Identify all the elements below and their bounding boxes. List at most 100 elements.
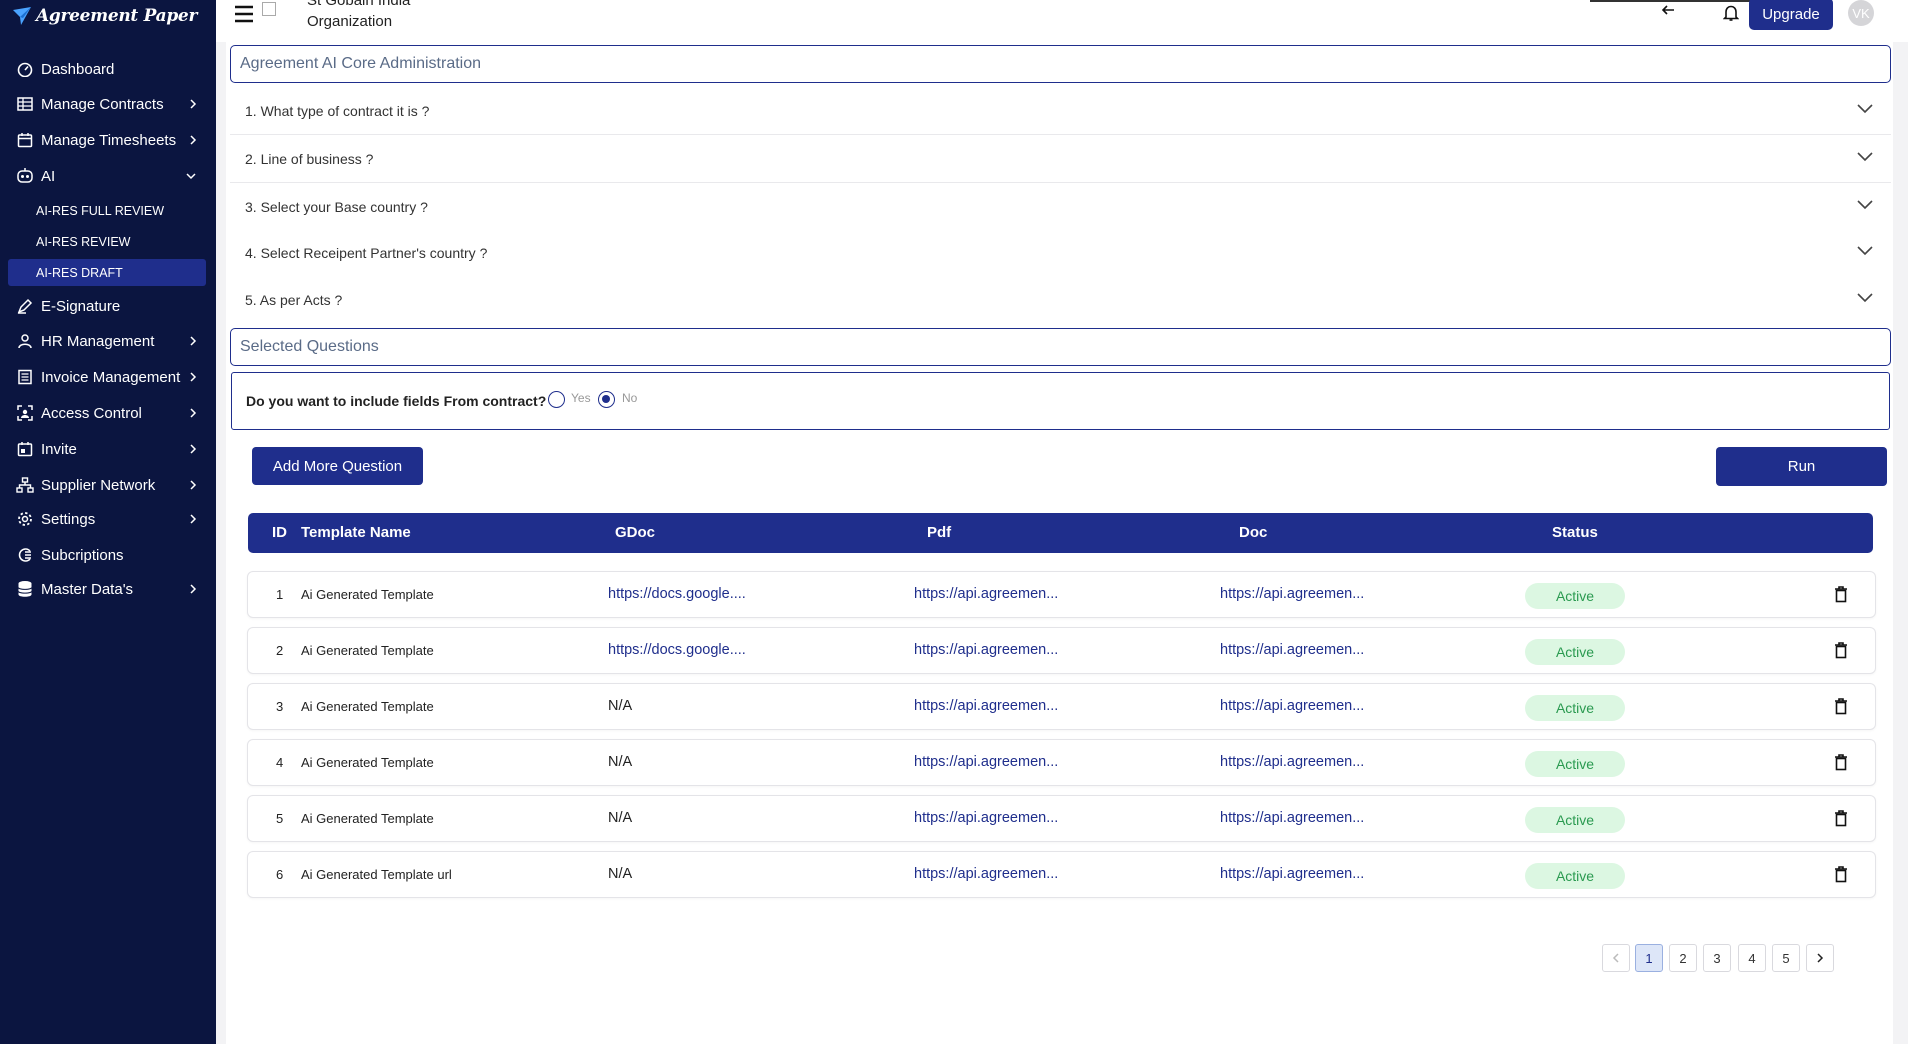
contracts-icon bbox=[16, 95, 34, 113]
sidebar: Agreement Paper Dashboard Manage Contrac… bbox=[0, 0, 216, 1044]
row-id: 6 bbox=[276, 867, 284, 882]
row-doc-link[interactable]: https://api.agreemen... bbox=[1220, 642, 1364, 658]
row-gdoc-link[interactable]: https://docs.google.... bbox=[608, 642, 746, 658]
pagination-prev-button[interactable] bbox=[1602, 944, 1630, 972]
add-more-question-button[interactable]: Add More Question bbox=[252, 447, 423, 485]
access-icon bbox=[16, 404, 34, 422]
sidebar-sub-ai-res-draft[interactable]: AI-RES DRAFT bbox=[8, 259, 206, 286]
sidebar-sub-ai-res-full-review[interactable]: AI-RES FULL REVIEW bbox=[8, 197, 206, 224]
back-arrow-icon[interactable] bbox=[1660, 2, 1676, 18]
sidebar-item-label: HR Management bbox=[41, 332, 155, 350]
upgrade-button[interactable]: Upgrade bbox=[1749, 0, 1833, 30]
table-row: 2 Ai Generated Template https://docs.goo… bbox=[247, 627, 1876, 674]
table-row: 4 Ai Generated Template N/A https://api.… bbox=[247, 739, 1876, 786]
row-doc-link[interactable]: https://api.agreemen... bbox=[1220, 866, 1364, 882]
chevron-right-icon bbox=[190, 135, 197, 145]
organization-label: Organization bbox=[307, 13, 393, 30]
sidebar-item-master-data[interactable]: Master Data's bbox=[0, 574, 216, 604]
pagination-page-3[interactable]: 3 bbox=[1703, 944, 1731, 972]
question-label: 2. Line of business ? bbox=[245, 150, 374, 167]
avatar[interactable]: VK bbox=[1848, 0, 1874, 26]
row-pdf-link[interactable]: https://api.agreemen... bbox=[914, 810, 1058, 826]
include-no-radio[interactable] bbox=[598, 391, 615, 408]
sidebar-item-invoice-management[interactable]: Invoice Management bbox=[0, 362, 216, 392]
sidebar-item-manage-contracts[interactable]: Manage Contracts bbox=[0, 89, 216, 119]
row-pdf-link[interactable]: https://api.agreemen... bbox=[914, 642, 1058, 658]
signature-icon bbox=[16, 297, 34, 315]
sidebar-item-supplier-network[interactable]: Supplier Network bbox=[0, 470, 216, 500]
pagination-next-button[interactable] bbox=[1806, 944, 1834, 972]
hamburger-menu-icon[interactable] bbox=[234, 4, 254, 24]
trash-icon[interactable] bbox=[1834, 641, 1848, 659]
row-doc-link[interactable]: https://api.agreemen... bbox=[1220, 586, 1364, 602]
status-badge: Active bbox=[1525, 863, 1625, 889]
chevron-right-icon bbox=[190, 408, 197, 418]
question-row[interactable]: 1. What type of contract it is ? bbox=[230, 87, 1891, 135]
sidebar-item-dashboard[interactable]: Dashboard bbox=[0, 54, 216, 84]
chevron-right-icon bbox=[190, 372, 197, 382]
pagination-page-5[interactable]: 5 bbox=[1772, 944, 1800, 972]
column-header-pdf: Pdf bbox=[927, 524, 952, 541]
include-fields-question: Do you want to include fields From contr… bbox=[246, 393, 547, 409]
selected-questions-title: Selected Questions bbox=[230, 328, 1891, 366]
row-pdf-link[interactable]: https://api.agreemen... bbox=[914, 698, 1058, 714]
chevron-right-icon bbox=[190, 584, 197, 594]
question-row[interactable]: 5. As per Acts ? bbox=[230, 276, 1891, 324]
sidebar-item-invite[interactable]: Invite bbox=[0, 434, 216, 464]
row-doc-link[interactable]: https://api.agreemen... bbox=[1220, 810, 1364, 826]
sidebar-item-e-signature[interactable]: E-Signature bbox=[0, 291, 216, 321]
row-doc-link[interactable]: https://api.agreemen... bbox=[1220, 698, 1364, 714]
chevron-right-icon bbox=[1817, 953, 1824, 963]
trash-icon[interactable] bbox=[1834, 809, 1848, 827]
trash-icon[interactable] bbox=[1834, 697, 1848, 715]
status-badge: Active bbox=[1525, 695, 1625, 721]
notification-bell-icon[interactable] bbox=[1723, 4, 1739, 22]
sidebar-item-access-control[interactable]: Access Control bbox=[0, 398, 216, 428]
row-gdoc-link[interactable]: https://docs.google.... bbox=[608, 586, 746, 602]
sidebar-item-label: Invoice Management bbox=[41, 368, 181, 386]
trash-icon[interactable] bbox=[1834, 585, 1848, 603]
sidebar-item-manage-timesheets[interactable]: Manage Timesheets bbox=[0, 125, 216, 155]
status-badge: Active bbox=[1525, 751, 1625, 777]
top-divider bbox=[1590, 0, 1770, 2]
brand-logo[interactable]: Agreement Paper bbox=[12, 2, 197, 30]
trash-icon[interactable] bbox=[1834, 753, 1848, 771]
row-pdf-link[interactable]: https://api.agreemen... bbox=[914, 866, 1058, 882]
chevron-down-icon bbox=[1857, 246, 1873, 256]
row-gdoc-value: N/A bbox=[608, 754, 633, 770]
chevron-down-icon bbox=[1857, 152, 1873, 162]
question-row[interactable]: 2. Line of business ? bbox=[230, 135, 1891, 183]
row-doc-link[interactable]: https://api.agreemen... bbox=[1220, 754, 1364, 770]
include-yes-radio[interactable] bbox=[548, 391, 565, 408]
row-id: 3 bbox=[276, 699, 284, 714]
row-id: 4 bbox=[276, 755, 284, 770]
chevron-down-icon bbox=[1857, 104, 1873, 114]
sidebar-item-subscriptions[interactable]: Subcriptions bbox=[0, 540, 216, 570]
row-pdf-link[interactable]: https://api.agreemen... bbox=[914, 586, 1058, 602]
chevron-down-icon bbox=[186, 173, 196, 180]
chevron-right-icon bbox=[190, 444, 197, 454]
calendar-icon bbox=[16, 131, 34, 149]
top-bar bbox=[216, 0, 1908, 42]
sidebar-item-label: E-Signature bbox=[41, 297, 121, 315]
question-row[interactable]: 3. Select your Base country ? bbox=[230, 183, 1891, 231]
pagination-page-4[interactable]: 4 bbox=[1738, 944, 1766, 972]
sidebar-item-ai[interactable]: AI bbox=[0, 161, 216, 191]
sidebar-item-hr-management[interactable]: HR Management bbox=[0, 326, 216, 356]
sidebar-item-label: Access Control bbox=[41, 404, 142, 422]
row-pdf-link[interactable]: https://api.agreemen... bbox=[914, 754, 1058, 770]
table-row: 3 Ai Generated Template N/A https://api.… bbox=[247, 683, 1876, 730]
question-label: 3. Select your Base country ? bbox=[245, 198, 428, 215]
row-gdoc-value: N/A bbox=[608, 698, 633, 714]
include-yes-label: Yes bbox=[571, 391, 591, 405]
sidebar-sub-ai-res-review[interactable]: AI-RES REVIEW bbox=[8, 228, 206, 255]
chevron-right-icon bbox=[190, 336, 197, 346]
chevron-down-icon bbox=[1857, 200, 1873, 210]
pagination-page-1[interactable]: 1 bbox=[1635, 944, 1663, 972]
question-row[interactable]: 4. Select Receipent Partner's country ? bbox=[230, 229, 1891, 277]
run-button[interactable]: Run bbox=[1716, 447, 1887, 486]
sidebar-item-label: Supplier Network bbox=[41, 476, 156, 494]
pagination-page-2[interactable]: 2 bbox=[1669, 944, 1697, 972]
sidebar-item-settings[interactable]: Settings bbox=[0, 504, 216, 534]
trash-icon[interactable] bbox=[1834, 865, 1848, 883]
